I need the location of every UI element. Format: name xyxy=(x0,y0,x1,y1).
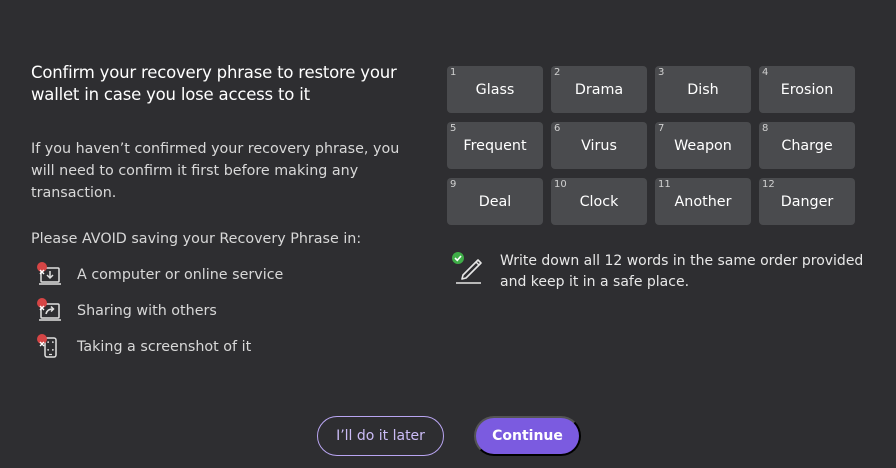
word-text: Weapon xyxy=(674,137,732,154)
avoid-item-label: Taking a screenshot of it xyxy=(77,339,252,355)
word-number: 9 xyxy=(450,179,457,190)
computer-download-icon xyxy=(37,262,63,288)
word-number: 1 xyxy=(450,67,457,78)
write-down-note: Write down all 12 words in the same orde… xyxy=(451,251,870,293)
word-number: 12 xyxy=(762,179,775,190)
x-badge-icon xyxy=(37,298,47,311)
word-tile: 5 Frequent xyxy=(447,122,543,169)
avoid-item-label: A computer or online service xyxy=(77,267,284,283)
recovery-phrase-grid: 1 Glass 2 Drama 3 Dish 4 Erosion 5 Frequent 6… xyxy=(447,66,855,225)
share-icon xyxy=(37,298,63,324)
word-text: Dish xyxy=(687,81,719,98)
phone-screenshot-icon xyxy=(37,334,63,360)
word-text: Charge xyxy=(781,137,833,154)
pencil-check-icon xyxy=(451,251,485,285)
word-number: 11 xyxy=(658,179,671,190)
word-tile: 12 Danger xyxy=(759,178,855,225)
avoid-item-label: Sharing with others xyxy=(77,303,217,319)
word-number: 8 xyxy=(762,123,769,134)
x-badge-icon xyxy=(37,262,47,275)
do-it-later-button[interactable]: I’ll do it later xyxy=(317,416,444,456)
page-title: Confirm your recovery phrase to restore … xyxy=(31,63,397,104)
word-tile: 9 Deal xyxy=(447,178,543,225)
word-number: 5 xyxy=(450,123,457,134)
confirm-description: If you haven’t confirmed your recovery p… xyxy=(31,141,400,201)
word-number: 6 xyxy=(554,123,561,134)
word-number: 7 xyxy=(658,123,665,134)
word-number: 10 xyxy=(554,179,567,190)
word-tile: 2 Drama xyxy=(551,66,647,113)
word-text: Deal xyxy=(478,193,512,210)
word-text: Danger xyxy=(780,193,834,210)
avoid-item-computer: A computer or online service xyxy=(37,262,283,288)
word-text: Glass xyxy=(475,81,515,98)
word-tile: 8 Charge xyxy=(759,122,855,169)
word-text: Another xyxy=(674,193,732,210)
word-text: Frequent xyxy=(463,137,527,154)
word-number: 4 xyxy=(762,67,769,78)
word-text: Drama xyxy=(574,81,624,98)
avoid-item-screenshot: Taking a screenshot of it xyxy=(37,334,251,360)
x-badge-icon xyxy=(37,334,47,347)
word-tile: 1 Glass xyxy=(447,66,543,113)
word-tile: 11 Another xyxy=(655,178,751,225)
word-text: Clock xyxy=(579,193,619,210)
avoid-title: Please AVOID saving your Recovery Phrase… xyxy=(31,231,362,247)
word-text: Erosion xyxy=(780,81,834,98)
word-tile: 6 Virus xyxy=(551,122,647,169)
word-tile: 7 Weapon xyxy=(655,122,751,169)
word-text: Virus xyxy=(581,137,617,154)
word-number: 2 xyxy=(554,67,561,78)
note-text: Write down all 12 words in the same orde… xyxy=(500,253,864,290)
word-tile: 3 Dish xyxy=(655,66,751,113)
intro-section: Confirm your recovery phrase to restore … xyxy=(31,62,411,106)
avoid-item-sharing: Sharing with others xyxy=(37,298,217,324)
word-number: 3 xyxy=(658,67,665,78)
continue-button[interactable]: Continue xyxy=(474,416,581,456)
word-tile: 4 Erosion xyxy=(759,66,855,113)
word-tile: 10 Clock xyxy=(551,178,647,225)
